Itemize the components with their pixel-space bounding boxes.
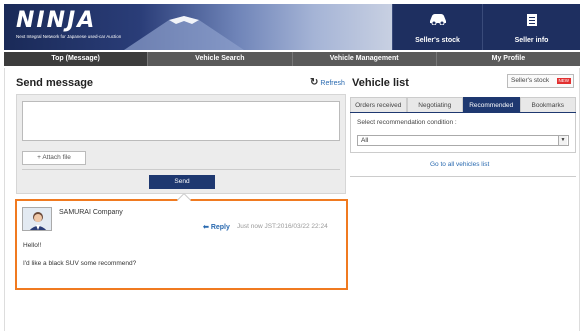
tab-recommended[interactable]: Recommended <box>463 97 520 112</box>
right-divider <box>350 176 576 177</box>
seller-info-label: Seller info <box>514 37 549 44</box>
message-text-line: I'd like a black SUV some recommend? <box>23 260 137 267</box>
nav-top-message[interactable]: Top (Message) <box>4 52 149 66</box>
tab-bookmarks[interactable]: Bookmarks <box>519 97 576 112</box>
car-icon <box>429 14 446 25</box>
user-avatar-icon <box>23 208 51 230</box>
sellers-stock-label: Seller's stock <box>415 37 460 44</box>
recommendation-condition-panel: Select recommendation condition : All ▼ <box>350 113 576 153</box>
vehicle-list-title: Vehicle list <box>352 77 409 89</box>
nav-my-profile[interactable]: My Profile <box>437 52 580 66</box>
sellers-stock-header-button[interactable]: Seller's stock <box>392 4 482 50</box>
sender-company: SAMURAI Company <box>59 209 123 216</box>
chevron-down-icon: ▼ <box>558 136 567 145</box>
vehicle-list-tabs: Orders received Negotiating Recommended … <box>350 97 576 113</box>
sellers-stock-button[interactable]: Seller's stock NEW <box>507 74 574 88</box>
refresh-button[interactable]: ↻ Refresh <box>310 77 345 88</box>
logo-tagline: Next Integral Network for Japanese used-… <box>16 34 122 39</box>
tab-negotiating[interactable]: Negotiating <box>406 97 463 112</box>
attach-file-button[interactable]: + Attach file <box>22 151 86 165</box>
avatar <box>22 207 52 231</box>
site-logo[interactable]: NINJA <box>16 8 96 33</box>
compose-divider <box>22 169 340 170</box>
logo-banner: NINJA Next Integral Network for Japanese… <box>4 4 392 50</box>
compose-panel: + Attach file Send <box>16 94 346 194</box>
reply-button[interactable]: ⬅ Reply <box>203 223 230 231</box>
condition-select-value: All <box>361 137 369 144</box>
mount-fuji-illustration <box>124 16 244 50</box>
sellers-stock-button-label: Seller's stock <box>511 77 550 84</box>
condition-label: Select recommendation condition : <box>357 119 457 126</box>
message-timestamp: Just now JST:2016/03/22 22:24 <box>237 223 328 230</box>
send-button[interactable]: Send <box>149 175 215 189</box>
message-textarea[interactable] <box>22 101 340 141</box>
send-message-title: Send message <box>16 77 94 89</box>
refresh-icon: ↻ <box>310 77 319 88</box>
reply-icon: ⬅ <box>203 224 209 231</box>
main-nav: Top (Message) Vehicle Search Vehicle Man… <box>4 52 580 66</box>
site-header: NINJA Next Integral Network for Japanese… <box>4 4 580 50</box>
refresh-label: Refresh <box>320 79 345 87</box>
condition-select[interactable]: All ▼ <box>357 135 569 146</box>
message-text-line: Hello!! <box>23 242 42 249</box>
tab-orders-received[interactable]: Orders received <box>350 97 407 112</box>
seller-info-header-button[interactable]: Seller info <box>482 4 580 50</box>
message-pointer <box>176 192 192 208</box>
nav-vehicle-management[interactable]: Vehicle Management <box>293 52 437 66</box>
new-badge: NEW <box>556 78 571 84</box>
reply-label: Reply <box>210 224 230 231</box>
nav-vehicle-search[interactable]: Vehicle Search <box>148 52 293 66</box>
message-card: SAMURAI Company ⬅ Reply Just now JST:201… <box>15 192 348 290</box>
all-vehicles-link[interactable]: Go to all vehicles list <box>430 161 489 168</box>
document-icon <box>526 14 537 26</box>
